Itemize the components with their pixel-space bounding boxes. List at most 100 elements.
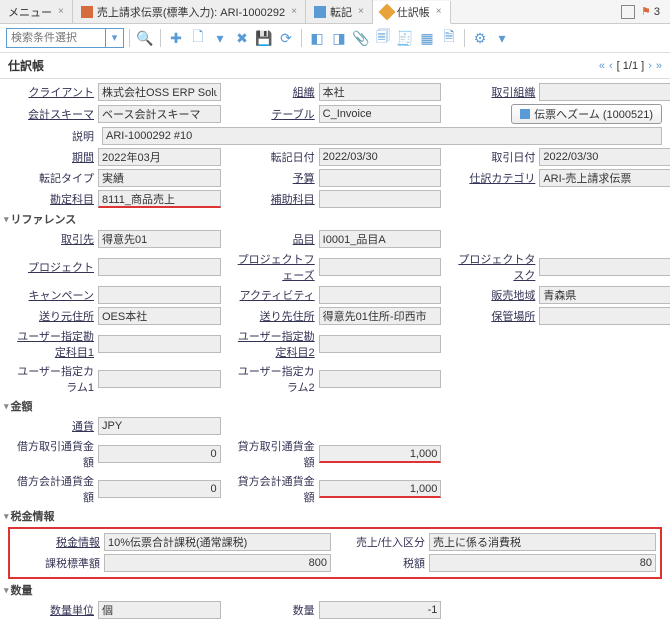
label-user-col2: ユーザー指定カラム2 [229, 363, 315, 395]
tab-post[interactable]: 転記× [306, 0, 373, 23]
label-org[interactable]: 組織 [229, 84, 315, 100]
pager-next-icon[interactable]: › [648, 60, 652, 72]
field-sotrx [429, 533, 656, 551]
field-uom [98, 601, 221, 619]
report-icon[interactable]: 🗎 [439, 28, 459, 48]
tab-invoice[interactable]: 売上請求伝票(標準入力): ARI-1000292 × [73, 0, 306, 23]
pager-last-icon[interactable]: » [656, 60, 662, 72]
field-period [98, 148, 221, 166]
close-icon[interactable]: × [291, 6, 297, 17]
label-table[interactable]: テーブル [229, 106, 315, 122]
field-bp [98, 230, 221, 248]
field-desc [102, 127, 662, 145]
field-warehouse [539, 307, 670, 325]
section-amount[interactable]: 金額 [4, 398, 662, 414]
dropdown-icon[interactable]: ▾ [492, 28, 512, 48]
label-currency[interactable]: 通貨 [8, 418, 94, 434]
pager-first-icon[interactable]: « [599, 60, 605, 72]
close-icon[interactable]: × [358, 6, 364, 17]
label-uom[interactable]: 数量単位 [8, 602, 94, 618]
draft-icon[interactable]: 🗋 [188, 28, 208, 48]
field-cr-src [319, 445, 442, 463]
field-tax-info [104, 533, 331, 551]
dropdown-icon[interactable]: ▾ [210, 28, 230, 48]
field-tax-base [104, 554, 331, 572]
notification-flag[interactable]: ⚑ 3 [641, 5, 660, 18]
label-product[interactable]: 品目 [229, 231, 315, 247]
label-activity[interactable]: アクティビティ [229, 287, 315, 303]
tab-menu[interactable]: メニュー × [0, 0, 73, 23]
refresh-icon[interactable]: ⟳ [276, 28, 296, 48]
field-user2 [319, 335, 442, 353]
tool-icon[interactable]: ◧ [307, 28, 327, 48]
label-project-task[interactable]: プロジェクトタスク [449, 251, 535, 283]
field-campaign [98, 286, 221, 304]
tax-info-highlight: 税金情報 売上/仕入区分 課税標準額 税額 [8, 527, 662, 579]
new-icon[interactable]: ✚ [166, 28, 186, 48]
label-cr-acct: 貸方会計通貨金額 [229, 473, 315, 505]
label-schema[interactable]: 会計スキーマ [8, 106, 94, 122]
label-warehouse[interactable]: 保管場所 [449, 308, 535, 324]
section-reference[interactable]: リファレンス [4, 211, 662, 227]
field-client [98, 83, 221, 101]
field-sales-region [539, 286, 670, 304]
close-icon[interactable]: × [58, 6, 64, 17]
journal-icon [378, 3, 395, 20]
field-user1 [98, 335, 221, 353]
delete-icon[interactable]: ✖ [232, 28, 252, 48]
label-user1[interactable]: ユーザー指定勘定科目1 [8, 328, 94, 360]
section-tax[interactable]: 税金情報 [4, 508, 662, 524]
search-button[interactable]: 🔍 [135, 28, 155, 48]
label-period[interactable]: 期間 [8, 149, 94, 165]
home-icon[interactable] [621, 5, 635, 19]
search-criteria-combo[interactable]: ▾ [6, 28, 124, 48]
field-qty [319, 601, 442, 619]
pager-prev-icon[interactable]: ‹ [609, 60, 613, 72]
field-product [319, 230, 442, 248]
tool-icon[interactable]: ◨ [329, 28, 349, 48]
process-icon[interactable]: ⚙ [470, 28, 490, 48]
label-loc-from[interactable]: 送り元住所 [8, 308, 94, 324]
book-icon [314, 6, 326, 18]
tab-journal[interactable]: 仕訳帳× [373, 1, 451, 24]
label-sales-region[interactable]: 販売地域 [449, 287, 535, 303]
field-dr-acct [98, 480, 221, 498]
tool-icon[interactable]: 🧾 [395, 28, 415, 48]
tab-label: メニュー [8, 4, 52, 20]
search-criteria-input[interactable] [6, 28, 106, 48]
field-currency [98, 417, 221, 435]
label-user-col1: ユーザー指定カラム1 [8, 363, 94, 395]
label-client[interactable]: クライアント [8, 84, 94, 100]
close-icon[interactable]: × [436, 6, 442, 17]
label-journal-cat[interactable]: 仕訳カテゴリ [449, 170, 535, 186]
zoom-voucher-button[interactable]: 伝票へズーム (1000521) [511, 104, 662, 124]
label-tax-amt: 税額 [339, 555, 425, 571]
label-user2[interactable]: ユーザー指定勘定科目2 [229, 328, 315, 360]
combo-dropdown-button[interactable]: ▾ [106, 28, 124, 48]
field-schema [98, 105, 221, 123]
label-budget[interactable]: 予算 [229, 170, 315, 186]
label-bp[interactable]: 取引先 [8, 231, 94, 247]
label-tax-info[interactable]: 税金情報 [14, 534, 100, 550]
label-trx-org[interactable]: 取引組織 [449, 84, 535, 100]
section-qty[interactable]: 数量 [4, 582, 662, 598]
label-loc-to[interactable]: 送り先住所 [229, 308, 315, 324]
field-trx-org [539, 83, 670, 101]
tool-icon[interactable]: 🗐 [373, 28, 393, 48]
label-project-phase[interactable]: プロジェクトフェーズ [229, 251, 315, 283]
field-user-col2 [319, 370, 442, 388]
field-date-trx [539, 148, 670, 166]
field-tax-amt [429, 554, 656, 572]
label-account[interactable]: 勘定科目 [8, 191, 94, 207]
grid-icon[interactable]: ▦ [417, 28, 437, 48]
label-cr-src: 貸方取引通貨金額 [229, 438, 315, 470]
label-sub-account[interactable]: 補助科目 [229, 191, 315, 207]
save-icon[interactable]: 💾 [254, 28, 274, 48]
field-project-phase [319, 258, 442, 276]
label-date-acct: 転記日付 [229, 149, 315, 165]
tab-label: 売上請求伝票(標準入力): ARI-1000292 [97, 4, 285, 20]
attach-icon[interactable]: 📎 [351, 28, 371, 48]
field-project [98, 258, 221, 276]
label-campaign[interactable]: キャンペーン [8, 287, 94, 303]
label-project[interactable]: プロジェクト [8, 259, 94, 275]
